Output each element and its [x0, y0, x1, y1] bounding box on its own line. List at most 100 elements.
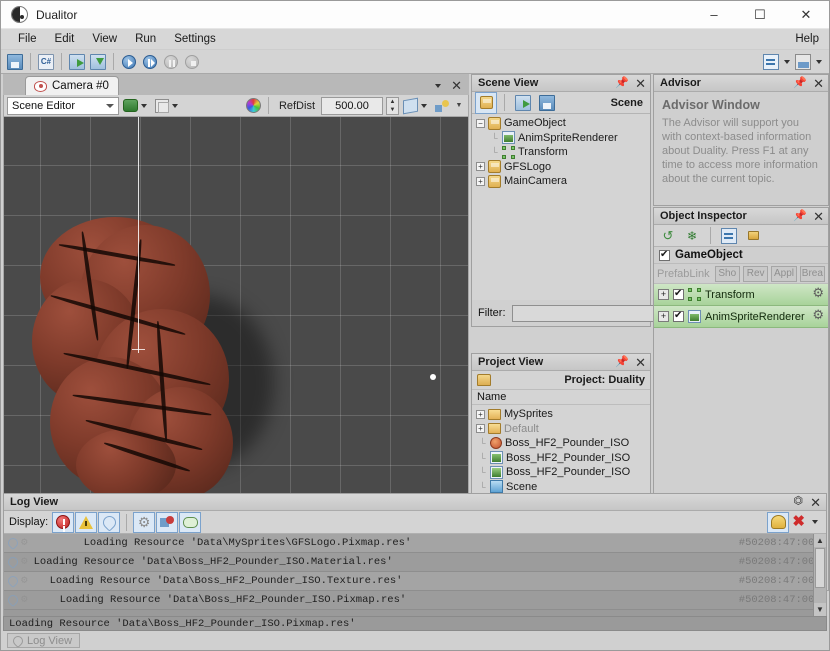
color-wheel-icon[interactable]	[246, 98, 261, 113]
chevron-down-icon[interactable]: ▼	[814, 603, 826, 616]
component-row-animspriterenderer[interactable]: + AnimSpriteRenderer	[654, 306, 828, 328]
log-entry-list[interactable]: ⚙ Loading Resource 'Data\MySprites\GFSLo…	[4, 534, 826, 616]
export-icon[interactable]	[88, 52, 108, 72]
gear-icon[interactable]	[811, 310, 824, 323]
undock-icon[interactable]: ⏣	[793, 496, 803, 509]
editor-source-icon[interactable]	[157, 513, 177, 532]
refresh-icon[interactable]: ↺	[658, 226, 678, 246]
tree-node-transform[interactable]: └ Transform	[472, 145, 650, 160]
refdist-value[interactable]: 500.00	[321, 97, 383, 115]
chevron-down-icon[interactable]	[816, 60, 822, 64]
list-item[interactable]: └ Boss_HF2_Pounder_ISO	[472, 451, 650, 466]
list-item[interactable]: └ Boss_HF2_Pounder_ISO	[472, 465, 650, 480]
prefab-apply-button[interactable]: Appl	[771, 266, 796, 282]
collapse-expander[interactable]: −	[476, 119, 485, 128]
list-item[interactable]: └ Scene	[472, 480, 650, 495]
menu-help[interactable]: Help	[786, 31, 829, 47]
bottom-tab-log-view[interactable]: Log View	[7, 633, 80, 648]
expand-expander[interactable]: +	[658, 289, 669, 300]
layout-icon[interactable]	[793, 52, 813, 72]
error-filter-icon[interactable]	[53, 513, 73, 532]
pause-game-icon[interactable]	[161, 52, 181, 72]
rotate-handle-dot[interactable]	[430, 374, 436, 380]
notification-icon[interactable]	[768, 513, 788, 532]
clone-icon[interactable]	[719, 226, 739, 246]
prefab-show-button[interactable]: Sho	[715, 266, 740, 282]
stop-game-icon[interactable]	[182, 52, 202, 72]
gear-icon[interactable]	[811, 288, 824, 301]
core-source-icon[interactable]: ⚙	[134, 513, 154, 532]
prefab-revert-button[interactable]: Rev	[743, 266, 768, 282]
view-cube-icon[interactable]	[154, 96, 182, 115]
log-entry[interactable]: ⚙ Loading Resource 'Data\Boss_HF2_Pounde…	[4, 572, 826, 591]
debug-icon[interactable]: ❄	[682, 226, 702, 246]
log-entry[interactable]: ⚙ Loading Resource 'Data\Boss_HF2_Pounde…	[4, 591, 826, 610]
log-entry[interactable]: ⚙ Loading Resource 'Data\Boss_HF2_Pounde…	[4, 553, 826, 572]
chevron-down-icon[interactable]	[435, 84, 441, 88]
tab-camera-0[interactable]: Camera #0	[25, 76, 119, 95]
tree-node-gfslogo[interactable]: + GFSLogo	[472, 160, 650, 175]
warning-filter-icon[interactable]	[76, 513, 96, 532]
expand-expander[interactable]: +	[476, 177, 485, 186]
message-filter-icon[interactable]	[99, 513, 119, 532]
expand-expander[interactable]: +	[476, 424, 485, 433]
close-icon[interactable]: ✕	[635, 77, 646, 90]
log-scrollbar[interactable]: ▲ ▼	[813, 534, 826, 616]
menu-run[interactable]: Run	[126, 31, 165, 47]
csharp-project-icon[interactable]: C#	[36, 52, 56, 72]
close-icon[interactable]: ✕	[810, 496, 821, 509]
menu-edit[interactable]: Edit	[46, 31, 84, 47]
maximize-button[interactable]: ☐	[737, 1, 783, 29]
chevron-up-icon[interactable]: ▲	[814, 534, 826, 547]
log-entry[interactable]: ⚙ Loading Resource 'Data\MySprites\GFSLo…	[4, 534, 826, 553]
pin-icon[interactable]: 📌	[615, 357, 629, 368]
list-item[interactable]: └ Boss_HF2_Pounder_ISO	[472, 436, 650, 451]
scrollbar-thumb[interactable]	[815, 548, 825, 588]
menu-view[interactable]: View	[83, 31, 126, 47]
scene-object-tree[interactable]: − GameObject └ AnimSpriteRenderer └ Tran…	[472, 114, 650, 300]
object-color-icon[interactable]	[122, 96, 151, 115]
snap-to-grid-icon[interactable]	[434, 96, 450, 115]
save-all-icon[interactable]	[5, 52, 25, 72]
create-object-icon[interactable]	[513, 93, 533, 113]
toolbar-overflow-handle[interactable]: ▼	[453, 96, 465, 116]
expand-expander[interactable]: +	[476, 410, 485, 419]
clear-log-icon[interactable]: ✖	[792, 515, 805, 529]
object-icon[interactable]	[476, 93, 496, 113]
close-icon[interactable]: ✕	[451, 79, 462, 92]
component-row-transform[interactable]: + Transform	[654, 284, 828, 306]
component-enabled-checkbox[interactable]	[673, 289, 684, 300]
lock-icon[interactable]	[743, 226, 763, 246]
component-enabled-checkbox[interactable]	[673, 311, 684, 322]
close-icon[interactable]: ✕	[813, 77, 824, 90]
step-game-icon[interactable]	[140, 52, 160, 72]
object-enabled-checkbox[interactable]	[659, 250, 670, 261]
prefab-break-button[interactable]: Brea	[800, 266, 825, 282]
folder-up-icon[interactable]	[477, 374, 491, 386]
game-source-icon[interactable]	[180, 513, 200, 532]
close-icon[interactable]: ✕	[635, 356, 646, 369]
import-icon[interactable]	[67, 52, 87, 72]
save-scene-icon[interactable]	[537, 93, 557, 113]
inspected-object-row[interactable]: GameObject	[654, 247, 828, 264]
editor-mode-select[interactable]: Scene Editor	[7, 97, 119, 115]
tree-node-maincamera[interactable]: + MainCamera	[472, 174, 650, 189]
pin-icon[interactable]: 📌	[793, 211, 807, 222]
run-game-icon[interactable]	[119, 52, 139, 72]
tree-node-gameobject[interactable]: − GameObject	[472, 116, 650, 131]
perspective-icon[interactable]	[402, 96, 431, 115]
pin-icon[interactable]: 📌	[615, 78, 629, 89]
chevron-down-icon[interactable]	[812, 520, 818, 524]
expand-expander[interactable]: +	[476, 162, 485, 171]
menu-file[interactable]: File	[9, 31, 46, 47]
list-item[interactable]: + MySprites	[472, 407, 650, 422]
new-document-icon[interactable]	[761, 52, 781, 72]
menu-settings[interactable]: Settings	[165, 31, 225, 47]
close-button[interactable]: ✕	[783, 1, 829, 29]
expand-expander[interactable]: +	[658, 311, 669, 322]
close-icon[interactable]: ✕	[813, 210, 824, 223]
list-item[interactable]: + Default	[472, 422, 650, 437]
minimize-button[interactable]: –	[691, 1, 737, 29]
refdist-stepper[interactable]: ▲▼	[386, 97, 399, 115]
tree-node-animspriterenderer[interactable]: └ AnimSpriteRenderer	[472, 131, 650, 146]
